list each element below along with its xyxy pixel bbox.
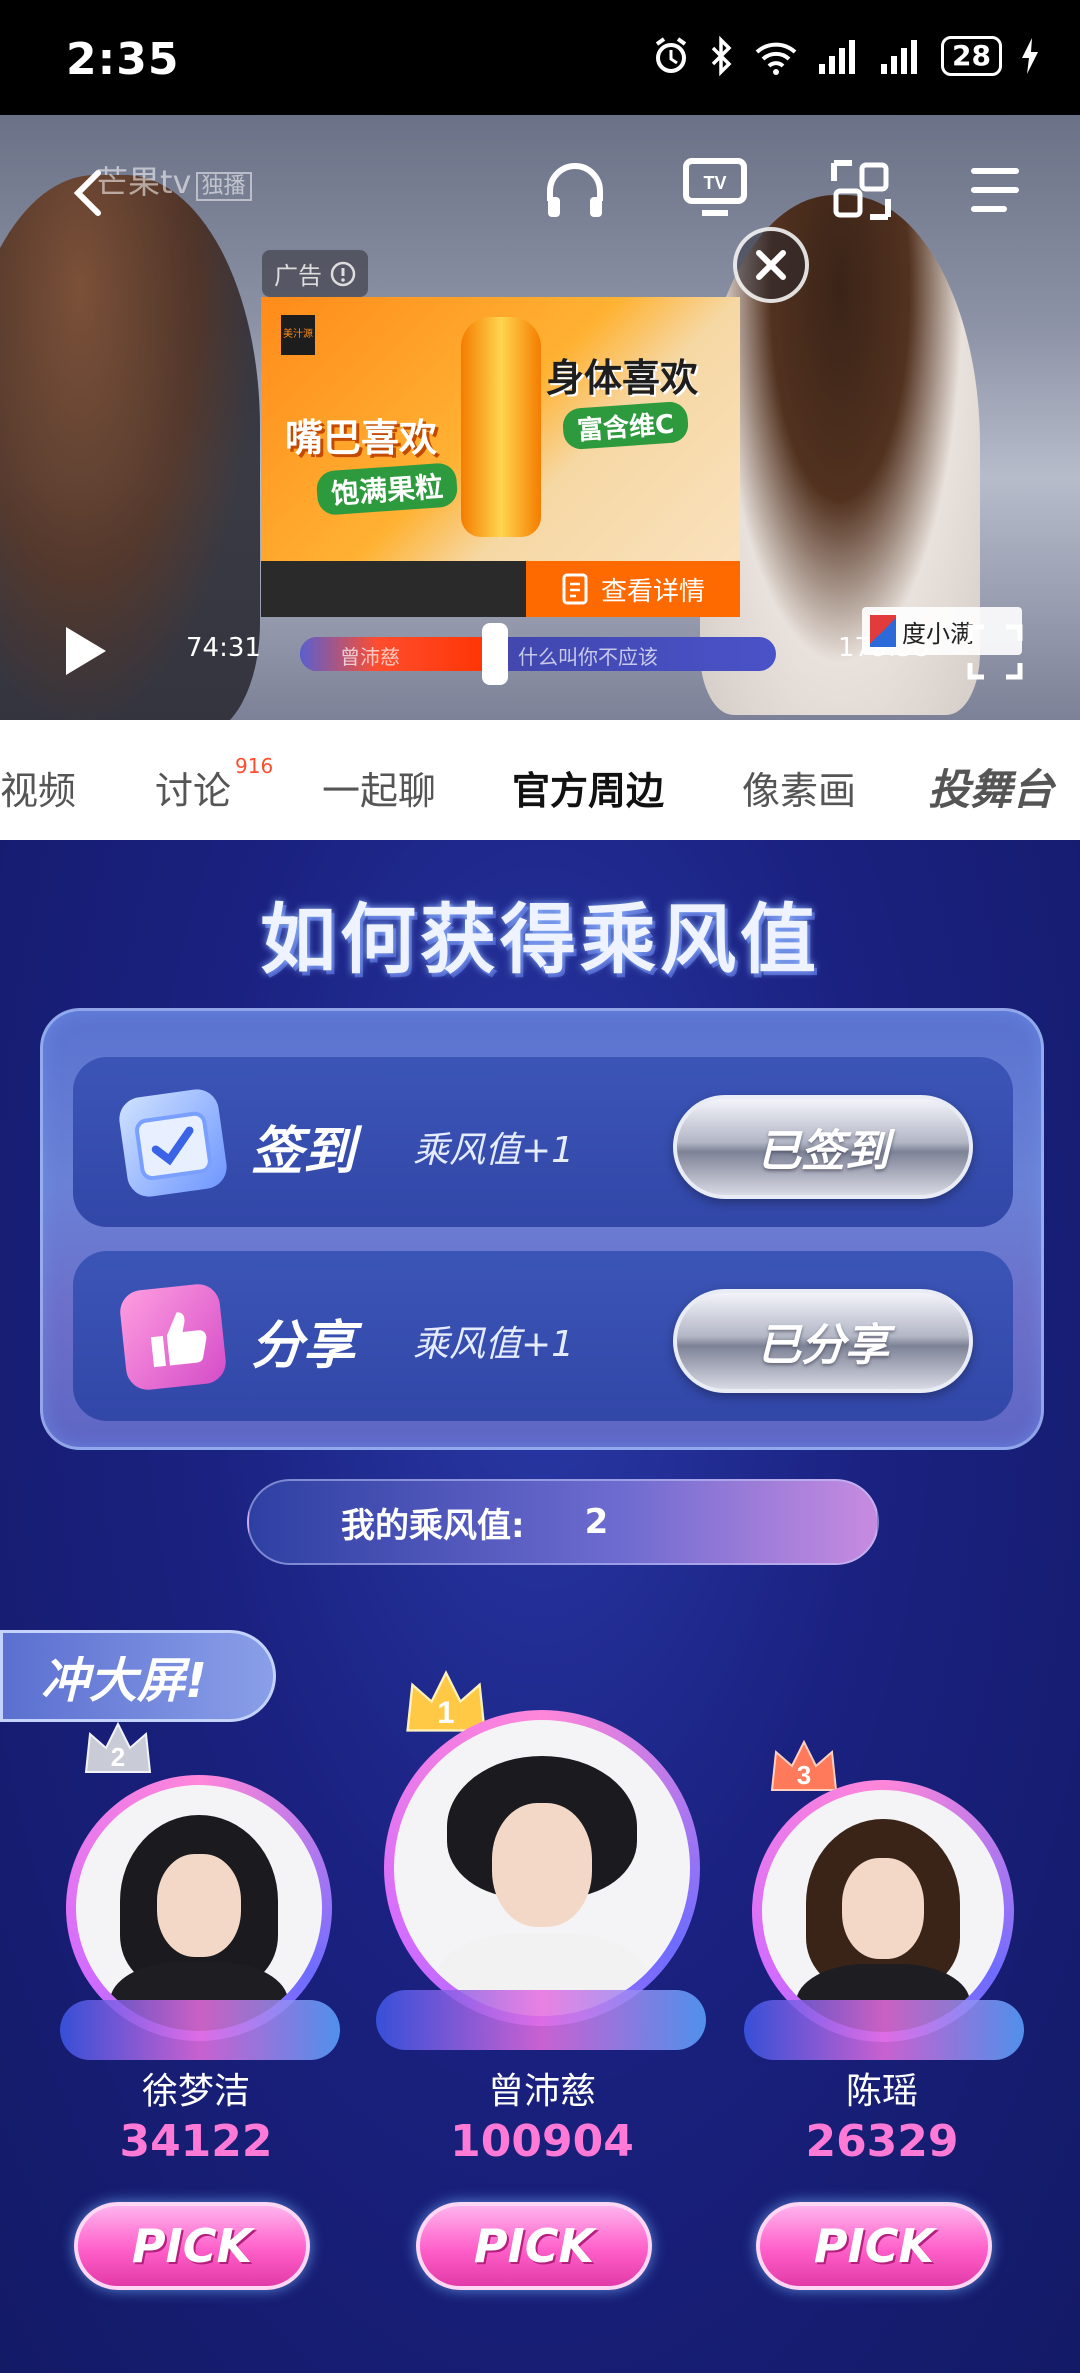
corner-ad-text: 度小满 — [902, 619, 974, 648]
battery-indicator: 28 — [941, 36, 1002, 76]
tab-video[interactable]: 视频 — [0, 760, 76, 815]
headphones-icon[interactable] — [540, 155, 610, 225]
contestant-score: 34122 — [119, 2116, 273, 2167]
status-time: 2:35 — [66, 34, 180, 85]
task-row-share: 分享 乘风值+1 已分享 — [73, 1251, 1013, 1421]
contestant-score: 100904 — [450, 2116, 634, 2167]
status-icons: 28 — [651, 36, 1040, 76]
progress-marker-text-2: 什么叫你不应该 — [518, 645, 658, 669]
ad-label-text: 广告 — [274, 262, 322, 290]
play-icon[interactable] — [60, 623, 110, 679]
rank-number: 3 — [797, 1760, 811, 1790]
rush-big-screen-label: 冲大屏! — [0, 1630, 276, 1722]
wave-decoration — [744, 2000, 1024, 2060]
channel-logo: 芒果tv 独播 — [96, 157, 252, 203]
ad-headline-left: 嘴巴喜欢 — [285, 416, 438, 460]
ad-product-bottle — [461, 317, 541, 537]
tab-label: 投舞台 — [928, 765, 1055, 814]
close-icon — [756, 250, 786, 280]
document-icon — [562, 573, 588, 605]
crown-silver-icon: 2 — [84, 1721, 152, 1773]
menu-icon[interactable] — [960, 155, 1030, 225]
progress-scrubber[interactable] — [482, 623, 509, 685]
tasks-panel: 签到 乘风值+1 已签到 分享 乘风值+1 已分享 我的乘风值: 2 — [40, 1008, 1044, 1565]
task-row-checkin: 签到 乘风值+1 已签到 — [73, 1057, 1013, 1227]
task-label-share: 分享 — [251, 1316, 356, 1376]
ad-brand-badge: 美汁源 — [281, 315, 315, 355]
ad-sub-left: 饱满果粒 — [315, 462, 459, 516]
ad-banner[interactable]: 美汁源 嘴巴喜欢 饱满果粒 身体喜欢 富含维C 查看详情 — [261, 297, 740, 617]
logo-text: 芒果tv — [96, 163, 192, 201]
svg-text:TV: TV — [703, 173, 726, 193]
tab-official-merch[interactable]: 官方周边 — [512, 760, 664, 815]
tab-bar: 视频 讨论 916 一起聊 官方周边 像素画 投舞台 — [0, 720, 1080, 840]
contestant-name: 陈瑶 — [845, 2071, 918, 2112]
alarm-icon — [655, 37, 687, 73]
avatar-ring — [384, 1710, 700, 2026]
pick-button[interactable]: PICK — [74, 2202, 310, 2290]
tab-vote-stage[interactable]: 投舞台 — [928, 756, 1054, 817]
task-label-checkin: 签到 — [251, 1122, 356, 1182]
contestant-score: 26329 — [805, 2116, 959, 2167]
progress-marker-text-1: 曾沛慈 — [340, 645, 400, 669]
avatar[interactable] — [76, 1785, 322, 2031]
logo-tag: 独播 — [195, 172, 252, 201]
info-icon[interactable] — [330, 261, 356, 287]
fullscreen-icon[interactable] — [966, 623, 1024, 681]
rank-number: 1 — [437, 1695, 454, 1730]
pick-button[interactable]: PICK — [756, 2202, 992, 2290]
tab-label: 视频 — [0, 769, 77, 813]
pick-button[interactable]: PICK — [416, 2202, 652, 2290]
task-reward-checkin: 乘风值+1 — [413, 1130, 575, 1171]
status-bar: 2:35 28 — [0, 0, 1080, 115]
tab-label: 一起聊 — [322, 769, 437, 813]
crown-bronze-icon: 3 — [770, 1739, 838, 1791]
thumbs-up-icon — [118, 1282, 228, 1392]
ad-headline-right: 身体喜欢 — [546, 356, 699, 400]
tab-label: 官方周边 — [512, 769, 665, 813]
charging-icon — [1022, 38, 1038, 74]
checked-in-button[interactable]: 已签到 — [673, 1095, 973, 1199]
page-title: 如何获得乘风值 — [260, 895, 820, 984]
avatar[interactable] — [394, 1720, 690, 2016]
current-time: 74:31 — [186, 633, 261, 663]
tab-chat-together[interactable]: 一起聊 — [322, 760, 436, 815]
tv-cast-icon[interactable]: TV — [680, 151, 750, 221]
ad-close-button[interactable] — [733, 227, 809, 303]
ad-detail-label: 查看详情 — [600, 576, 705, 607]
tab-label: 像素画 — [742, 769, 857, 813]
tab-pixel-art[interactable]: 像素画 — [742, 760, 856, 815]
wifi-icon — [755, 42, 797, 75]
signal-icon-2 — [881, 40, 918, 74]
task-reward-share: 乘风值+1 — [413, 1324, 575, 1365]
bluetooth-icon — [711, 36, 732, 76]
ad-detail-button[interactable]: 查看详情 — [526, 561, 740, 617]
discussion-count-badge: 916 — [235, 754, 274, 778]
avatar[interactable] — [762, 1790, 1004, 2032]
calendar-check-icon — [116, 1086, 230, 1200]
wave-decoration — [376, 1990, 706, 2050]
shared-button[interactable]: 已分享 — [673, 1289, 973, 1393]
event-content: 如何获得乘风值 签到 乘风值+1 已签到 分享 乘风值+1 已分享 我的乘风值:… — [0, 840, 1080, 2373]
contestant-name: 徐梦洁 — [141, 2071, 250, 2112]
wave-decoration — [60, 2000, 340, 2060]
video-player[interactable]: 芒果tv 独播 TV 广告 美汁源 嘴巴喜欢 饱满果粒 身体喜欢 富含维C 查看… — [0, 115, 1080, 720]
tab-discussion[interactable]: 讨论 916 — [155, 754, 273, 815]
contestant-name: 曾沛慈 — [487, 2071, 596, 2112]
rank-number: 2 — [111, 1742, 125, 1772]
my-value-label: 我的乘风值: — [341, 1505, 525, 1546]
progress-bar[interactable]: 曾沛慈 什么叫你不应该 — [300, 637, 776, 671]
signal-icon — [819, 40, 856, 74]
my-wind-value: 我的乘风值: 2 — [247, 1479, 879, 1565]
corner-ad-logo — [870, 615, 896, 647]
ad-sub-right: 富含维C — [561, 400, 690, 451]
pip-icon[interactable] — [826, 155, 896, 225]
tab-label: 讨论 — [155, 769, 232, 813]
my-value-number: 2 — [584, 1502, 609, 1542]
ad-label: 广告 — [262, 250, 368, 297]
